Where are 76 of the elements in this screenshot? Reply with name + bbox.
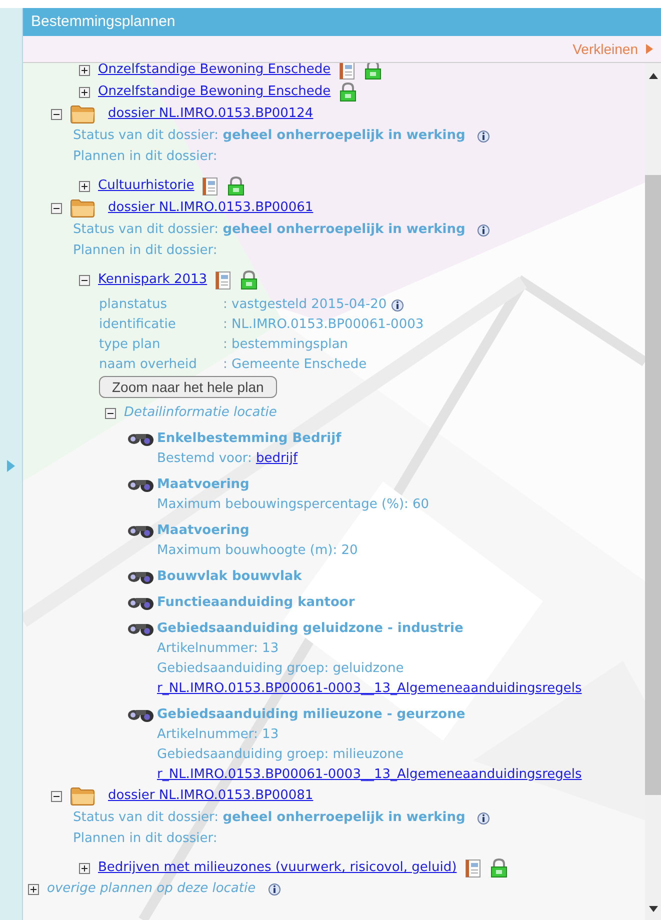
- property-label: identificatie: [99, 316, 177, 334]
- feature-detail: Bestemd voor:: [157, 450, 252, 468]
- feature-detail: Artikelnummer: 13: [156, 726, 280, 744]
- property-value: : bestemmingsplan: [223, 336, 348, 354]
- plan-link[interactable]: Onzelfstandige Bewoning Enschede: [98, 63, 331, 80]
- feature-title: Bouwvlak bouwvlak: [157, 568, 302, 586]
- feature-detail: Maximum bebouwingspercentage (%): 60: [156, 496, 430, 514]
- folder-icon: [70, 786, 96, 806]
- dossier-link[interactable]: dossier NL.IMRO.0153.BP00081: [108, 786, 314, 806]
- document-icon[interactable]: [464, 858, 482, 878]
- section-title: Detailinformatie locatie: [124, 404, 277, 422]
- feature-detail: Artikelnummer: 13: [156, 640, 280, 658]
- feature-title: Maatvoering: [157, 476, 250, 494]
- panel-title: Bestemmingsplannen: [31, 12, 176, 32]
- folder-icon: [70, 104, 96, 124]
- document-icon[interactable]: [202, 176, 220, 196]
- lock-icon[interactable]: [364, 63, 382, 80]
- dossier-status: Status van dit dossier: geheel onherroepelijk in werking: [73, 221, 466, 240]
- scrollbar[interactable]: [645, 63, 661, 920]
- binoculars-icon: [127, 621, 155, 637]
- expand-icon[interactable]: [28, 884, 39, 894]
- expand-icon[interactable]: [79, 180, 90, 192]
- property-label: type plan: [99, 336, 162, 354]
- lock-icon[interactable]: [227, 176, 246, 196]
- collapse-icon[interactable]: [51, 790, 62, 802]
- dossier-link[interactable]: dossier NL.IMRO.0153.BP00124: [108, 104, 314, 124]
- zoom-button[interactable]: Zoom naar het hele plan: [99, 376, 277, 398]
- property-value: : NL.IMRO.0153.BP00061-0003: [223, 316, 424, 334]
- collapse-arrow-icon: [646, 44, 653, 54]
- feature-title: Enkelbestemming Bedrijf: [157, 430, 342, 448]
- property-value: : vastgesteld 2015-04-20: [223, 296, 387, 314]
- purpose-link[interactable]: bedrijf: [256, 449, 298, 469]
- expand-icon[interactable]: [79, 64, 90, 76]
- plans-label: Plannen in dit dossier:: [72, 148, 218, 166]
- collapse-icon[interactable]: [79, 274, 90, 286]
- rules-link[interactable]: r_NL.IMRO.0153.BP00061-0003__13_Algemeneaanduidingsregels: [157, 681, 582, 696]
- feature-title: Gebiedsaanduiding milieuzone - geurzone: [157, 706, 466, 724]
- feature-title: Gebiedsaanduiding geluidzone - industrie: [157, 620, 464, 638]
- scroll-up-icon[interactable]: [648, 73, 658, 79]
- plan-link[interactable]: Cultuurhistorie: [98, 176, 194, 196]
- scrollbar-thumb[interactable]: [645, 175, 661, 795]
- expand-icon[interactable]: [79, 862, 90, 874]
- expand-icon[interactable]: [79, 86, 90, 98]
- feature-detail: Gebiedsaanduiding groep: milieuzone: [156, 746, 404, 764]
- binoculars-icon: [127, 431, 155, 447]
- scroll-down-icon[interactable]: [648, 906, 658, 912]
- rules-link[interactable]: r_NL.IMRO.0153.BP00061-0003__13_Algemeneaanduidingsregels: [157, 767, 582, 782]
- lock-icon[interactable]: [338, 82, 357, 102]
- plan-link[interactable]: Kennispark 2013: [98, 270, 208, 290]
- folder-icon: [70, 198, 96, 218]
- property-label: planstatus: [99, 296, 168, 314]
- binoculars-icon: [127, 569, 155, 585]
- property-label: naam overheid: [99, 356, 198, 374]
- lock-icon[interactable]: [240, 270, 258, 290]
- lock-icon[interactable]: [490, 858, 508, 878]
- plans-label: Plannen in dit dossier:: [72, 830, 218, 848]
- document-icon[interactable]: [215, 270, 232, 290]
- feature-detail: Maximum bouwhoogte (m): 20: [156, 542, 359, 560]
- collapse-icon[interactable]: [51, 202, 62, 214]
- feature-title: Maatvoering: [157, 522, 250, 540]
- collapse-icon[interactable]: [51, 108, 62, 120]
- binoculars-icon: [127, 595, 155, 611]
- binoculars-icon: [127, 477, 155, 493]
- document-icon[interactable]: [338, 63, 356, 80]
- dossier-link[interactable]: dossier NL.IMRO.0153.BP00061: [108, 198, 314, 218]
- dossier-status: Status van dit dossier: geheel onherroepelijk in werking: [73, 127, 466, 146]
- binoculars-icon: [127, 707, 155, 723]
- dossier-status: Status van dit dossier: geheel onherroepelijk in werking: [73, 809, 466, 828]
- feature-detail: Gebiedsaanduiding groep: geluidzone: [156, 660, 405, 678]
- binoculars-icon: [127, 523, 155, 539]
- plan-link[interactable]: Bedrijven met milieuzones (vuurwerk, risicovol, geluid): [98, 858, 457, 878]
- feature-title: Functieaanduiding kantoor: [157, 594, 355, 612]
- property-value: : Gemeente Enschede: [223, 356, 367, 374]
- plan-link[interactable]: Onzelfstandige Bewoning Enschede: [98, 82, 331, 102]
- plans-label: Plannen in dit dossier:: [72, 242, 218, 260]
- collapse-icon[interactable]: [105, 408, 116, 418]
